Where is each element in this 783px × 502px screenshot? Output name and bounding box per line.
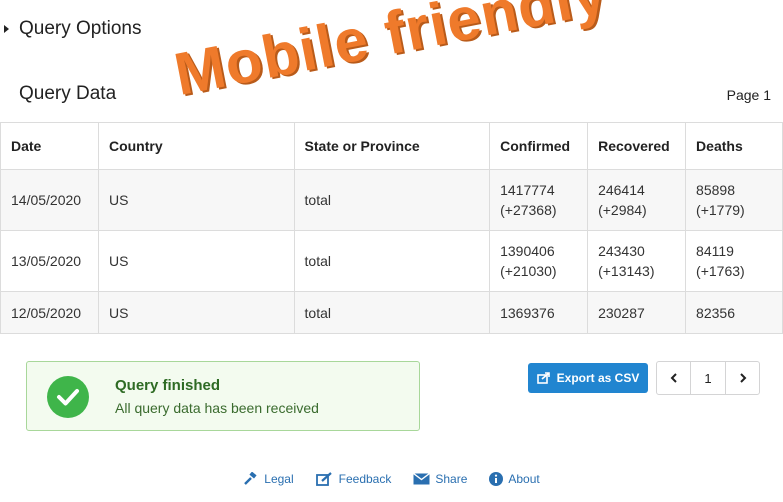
recovered-delta: (+13143) <box>598 263 655 279</box>
deaths-delta: (+1763) <box>696 263 745 279</box>
cell-confirmed: 1390406 (+21030) <box>489 230 589 292</box>
column-header-recovered[interactable]: Recovered <box>587 122 687 170</box>
export-label: Export as CSV <box>556 371 640 385</box>
column-header-country[interactable]: Country <box>97 122 295 170</box>
legal-label: Legal <box>264 472 294 486</box>
query-data-title: Query Data <box>19 83 117 104</box>
confirmed-delta: (+27368) <box>500 202 557 218</box>
about-label: About <box>508 472 540 486</box>
column-header-deaths[interactable]: Deaths <box>685 122 783 170</box>
footer-link-about[interactable]: About <box>489 472 540 486</box>
cell-recovered: 230287 <box>587 291 687 334</box>
status-message: All query data has been received <box>115 400 319 416</box>
edit-icon <box>315 472 332 486</box>
column-header-confirmed[interactable]: Confirmed <box>489 122 589 170</box>
info-circle-icon <box>489 472 504 486</box>
recovered-delta: (+2984) <box>598 202 647 218</box>
status-title: Query finished <box>115 377 221 394</box>
column-header-date[interactable]: Date <box>0 122 99 170</box>
cell-deaths: 85898 (+1779) <box>685 169 783 231</box>
table-row: 14/05/2020 US total 1417774 (+27368) 246… <box>0 169 783 231</box>
cell-country: US <box>97 169 295 231</box>
share-label: Share <box>435 472 468 486</box>
cell-deaths: 84119 (+1763) <box>685 230 783 292</box>
table-row: 13/05/2020 US total 1390406 (+21030) 243… <box>0 230 783 292</box>
pagination-prev-button[interactable] <box>657 362 690 394</box>
cell-date: 12/05/2020 <box>0 291 99 334</box>
export-icon <box>536 372 550 384</box>
query-status-message: Query finished All query data has been r… <box>26 361 420 431</box>
caret-right-icon <box>4 25 9 33</box>
cell-confirmed: 1417774 (+27368) <box>489 169 589 231</box>
table-header-row: Date Country State or Province Confirmed… <box>0 122 783 170</box>
query-options-title: Query Options <box>19 18 142 39</box>
footer-links: Legal Feedback Share About <box>0 472 783 486</box>
cell-state: total <box>293 291 491 334</box>
column-header-state[interactable]: State or Province <box>293 122 491 170</box>
mobile-friendly-watermark: Mobile friendly <box>169 0 613 109</box>
cell-state: total <box>293 169 491 231</box>
deaths-delta: (+1779) <box>696 202 745 218</box>
confirmed-delta: (+21030) <box>500 263 557 279</box>
cell-state: total <box>293 230 491 292</box>
confirmed-value: 1390406 <box>500 243 555 259</box>
cell-deaths: 82356 <box>685 291 783 334</box>
cell-date: 14/05/2020 <box>0 169 99 231</box>
cell-country: US <box>97 230 295 292</box>
export-csv-button[interactable]: Export as CSV <box>528 363 648 393</box>
table-row: 12/05/2020 US total 1369376 230287 82356 <box>0 291 783 334</box>
cell-confirmed: 1369376 <box>489 291 589 334</box>
pagination-page-1[interactable]: 1 <box>690 362 726 394</box>
query-options-toggle[interactable]: Query Options <box>4 18 142 40</box>
chevron-left-icon <box>670 373 677 383</box>
chevron-right-icon <box>739 373 746 383</box>
recovered-value: 243430 <box>598 243 645 259</box>
pagination: 1 <box>656 361 760 395</box>
recovered-value: 246414 <box>598 182 645 198</box>
gavel-icon <box>244 472 257 485</box>
cell-date: 13/05/2020 <box>0 230 99 292</box>
results-table: Date Country State or Province Confirmed… <box>0 122 783 334</box>
cell-country: US <box>97 291 295 334</box>
confirmed-value: 1417774 <box>500 182 555 198</box>
page-indicator: Page 1 <box>726 87 771 103</box>
pagination-next-button[interactable] <box>726 362 759 394</box>
footer-link-feedback[interactable]: Feedback <box>315 472 392 486</box>
footer-link-share[interactable]: Share <box>413 472 467 486</box>
feedback-label: Feedback <box>338 472 392 486</box>
footer-link-legal[interactable]: Legal <box>243 472 294 486</box>
cell-recovered: 243430 (+13143) <box>587 230 687 292</box>
deaths-value: 84119 <box>696 243 734 259</box>
envelope-icon <box>413 473 431 485</box>
cell-recovered: 246414 (+2984) <box>587 169 687 231</box>
check-circle-icon <box>47 376 89 418</box>
deaths-value: 85898 <box>696 182 735 198</box>
